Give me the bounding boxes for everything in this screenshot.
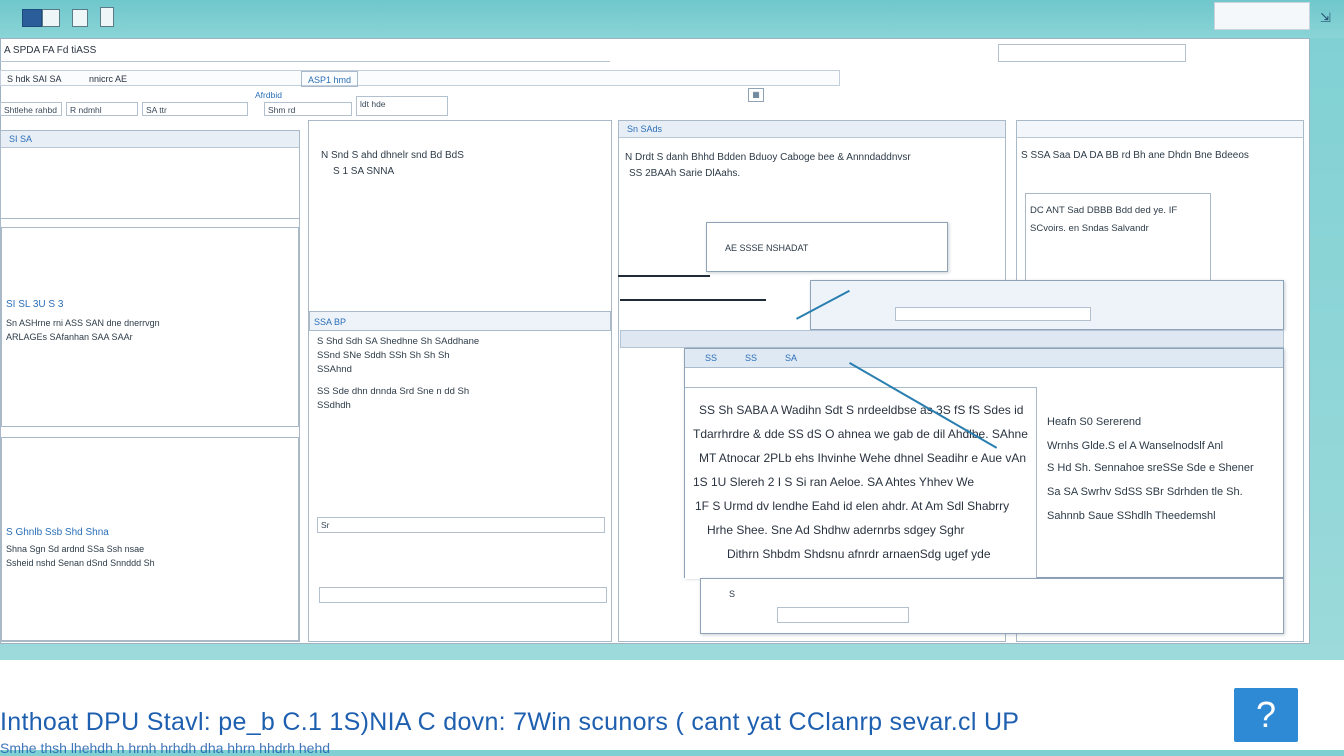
top-right-search-box[interactable] — [1214, 2, 1310, 30]
main-dialog-line-6: Hrhe Shee. Sne Ad Shdhw adernrbs sdgey S… — [707, 523, 965, 537]
left-block2-title: S Ghnlb Ssb Shd Shna — [6, 527, 109, 538]
main-dialog-line-3: MT Atnocar 2PLb ehs Ihvinhe Wehe dhnel S… — [699, 451, 1027, 465]
filter-field-1[interactable]: Shtlehe rahbd — [0, 102, 62, 116]
filter-field-6[interactable]: ldt hde — [356, 96, 448, 116]
main-dialog-line-5: 1F S Urmd dv lendhe Eahd id elen ahdr. A… — [695, 499, 1010, 513]
floating-toolbar[interactable] — [810, 280, 1284, 330]
col2-line-2: S 1 SA SNNA — [333, 166, 395, 177]
col2-sub-header: SSA BP — [314, 317, 347, 327]
connector-line-1 — [618, 275, 710, 277]
caption-subtext: Smhe thsh lhehdh h hrnh hrhdh dha hhrn h… — [0, 740, 331, 756]
left-block-bottom: S Ghnlb Ssb Shd Shna Shna Sgn Sd ardnd S… — [1, 437, 299, 641]
main-dialog-line-2: Tdarrhrdre & dde SS dS O ahnea we gab de… — [693, 427, 1028, 441]
main-dialog-titlebar: SS SS SA — [685, 349, 1283, 368]
col2-body-line-2: SSnd SNe Sddh SSh Sh Sh Sh — [317, 350, 450, 361]
main-dialog-side-1: Heafn S0 Sererend — [1047, 416, 1142, 428]
main-dialog[interactable]: SS SS SA SS Sh SABA A Wadihn Sdt S nrdee… — [684, 348, 1284, 579]
filter-field-2[interactable]: R ndmhl — [66, 102, 138, 116]
toolbar-tabs: S hdk SAI SA nnicrc AE ASP1 hmd — [0, 70, 840, 87]
tab-2[interactable]: nnicrc AE — [83, 71, 133, 85]
small-dialog-label: AE SSSE NSHADAT — [725, 243, 809, 253]
left-block1-line-2: ARLAGEs SAfanhan SAA SAAr — [6, 332, 133, 342]
col4-header — [1017, 121, 1303, 138]
col3-line-2: SS 2BAAh Sarie DlAahs. — [629, 168, 741, 179]
title-bar — [0, 0, 1344, 38]
col4-line-1: S SSA Saa DA DA BB rd Bh ane Dhdn Bne Bd… — [1021, 150, 1249, 161]
main-dialog-side-3: S Hd Sh. Sennahoe sreSSe Sde e Shener — [1047, 462, 1254, 474]
left-block1-title: SI SL 3U S 3 — [6, 299, 64, 310]
floating-toolbar-field[interactable] — [895, 307, 1091, 321]
col3-line-1: N Drdt S danh Bhhd Bdden Bduoy Caboge be… — [625, 152, 911, 163]
grid-toggle-icon[interactable]: ▦ — [748, 88, 764, 102]
col2-line-1: N Snd S ahd dhnelr snd Bd BdS — [321, 150, 464, 161]
pin-icon[interactable]: ⇲ — [1320, 10, 1334, 25]
main-dialog-line-4: 1S 1U Slereh 2 I S Si ran Aeloe. SA Ahte… — [693, 475, 975, 489]
main-dialog-line-7: Dithrn Shbdm Shdsnu afnrdr arnaenSdg uge… — [727, 547, 991, 561]
main-dialog-side-5: Sahnnb Saue SShdlh Theedemshl — [1047, 510, 1216, 522]
main-dialog-body: SS Sh SABA A Wadihn Sdt S nrdeeldbse as … — [685, 387, 1037, 579]
main-dialog-ribbon — [620, 330, 1284, 348]
left-column-header: SI SA — [1, 131, 299, 148]
document-icon[interactable] — [100, 7, 114, 27]
left-block2-line-2: Ssheid nshd Senan dSnd Snnddd Sh — [6, 558, 155, 568]
left-block1-line-1: Sn ASHrne rni ASS SAN dne dnerrvgn — [6, 318, 160, 328]
connector-line-2 — [620, 299, 766, 301]
left-block-top — [1, 149, 299, 219]
filter-field-3[interactable]: SA ttr — [142, 102, 248, 116]
filter-field-5[interactable]: Shm rd — [264, 102, 352, 116]
main-dialog-line-1: SS Sh SABA A Wadihn Sdt S nrdeeldbse as … — [699, 403, 1024, 417]
main-dialog-tab-3[interactable]: SA — [785, 351, 797, 365]
main-dialog-side-4: Sa SA Swrhv SdSS SBr Sdrhden tle Sh. — [1047, 486, 1243, 498]
col4-inner-box: DC ANT Sad DBBB Bdd ded ye. IF SCvoirs. … — [1025, 193, 1211, 281]
top-search-input[interactable] — [998, 44, 1186, 62]
tab-3[interactable]: ASP1 hmd — [301, 71, 359, 87]
col4-inner-line-2: SCvoirs. en Sndas Salvandr — [1030, 223, 1149, 234]
folder-icon[interactable] — [42, 9, 60, 27]
col2-body-line-5: SSdhdh — [317, 400, 351, 411]
col4-inner-line-1: DC ANT Sad DBBB Bdd ded ye. IF — [1030, 205, 1178, 216]
col2-body-line-1: S Shd Sdh SA Shedhne Sh SAddhane — [317, 336, 480, 347]
app-icon[interactable] — [22, 9, 42, 27]
left-block-middle: SI SL 3U S 3 Sn ASHrne rni ASS SAN dne d… — [1, 227, 299, 427]
left-column: SI SA SI SL 3U S 3 Sn ASHrne rni ASS SAN… — [0, 130, 300, 642]
lower-dialog-label: S — [729, 589, 736, 599]
col2-body-line-4: SS Sde dhn dnnda Srd Sne n dd Sh — [317, 386, 470, 397]
col2-body-line-3: SSAhnd — [317, 364, 352, 375]
col2-input-2[interactable] — [319, 587, 607, 603]
main-dialog-tab-1[interactable]: SS — [705, 351, 717, 365]
main-dialog-tab-2[interactable]: SS — [745, 351, 757, 365]
main-dialog-side-2: Wrnhs Glde.S el A Wanselnodslf Anl — [1047, 440, 1224, 452]
col2-subheader: SSA BP — [309, 311, 611, 331]
column-2: N Snd S ahd dhnelr snd Bd BdS S 1 SA SNN… — [308, 120, 612, 642]
filter-row: Shtlehe rahbd R ndmhl SA ttr Afrdbid Shm… — [0, 88, 450, 120]
small-dialog[interactable]: AE SSSE NSHADAT — [706, 222, 948, 272]
help-button[interactable]: ? — [1234, 688, 1298, 742]
image-icon[interactable] — [72, 9, 88, 27]
filter-field-4: Afrdbid — [252, 88, 282, 102]
caption-text: Inthoat DPU Stavl: pe_b C.1 1S)NIA C dov… — [0, 708, 1020, 736]
lower-dialog-input[interactable] — [777, 607, 909, 623]
col2-input-1[interactable]: Sr — [317, 517, 605, 533]
col3-header: Sn SAds — [619, 121, 1005, 138]
left-block2-line-1: Shna Sgn Sd ardnd SSa Ssh nsae — [6, 544, 145, 554]
menu-bar[interactable]: A SPDA FA Fd tiASS — [0, 40, 610, 62]
lower-dialog: S — [700, 578, 1284, 634]
tab-1[interactable]: S hdk SAI SA — [1, 71, 68, 85]
